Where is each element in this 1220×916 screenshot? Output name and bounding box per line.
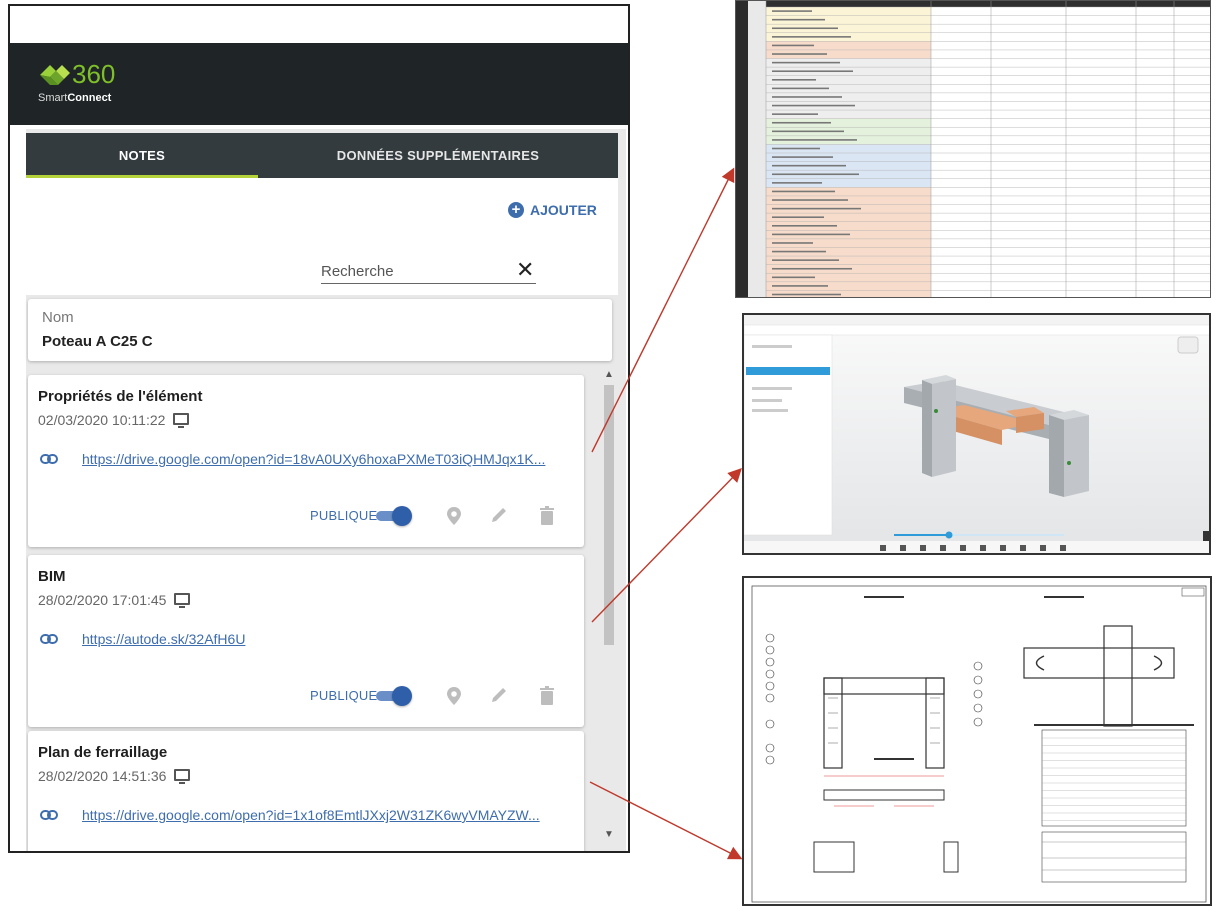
note-title: Plan de ferraillage: [38, 744, 168, 761]
table-cell-text: [772, 96, 842, 98]
plus-circle-icon: +: [508, 202, 524, 218]
reinforcement-drawing-image: [744, 578, 1210, 904]
element-name-value: Poteau A C25 C: [42, 333, 153, 350]
table-cell-text: [772, 87, 829, 90]
public-label: PUBLIQUE: [310, 508, 378, 523]
note-card: BIM 28/02/2020 17:01:45 https://autode.s…: [28, 555, 584, 727]
tab-additional-data-label: DONNÉES SUPPLÉMENTAIRES: [336, 148, 540, 163]
table-cell-text: [772, 156, 833, 158]
table-cell-text: [772, 61, 840, 64]
table-cell-text: [772, 27, 838, 30]
logo-diamond-icon: [40, 65, 70, 85]
parameters-table-image: [736, 1, 1210, 297]
notes-toolbar: + AJOUTER ✕: [26, 178, 618, 295]
tab-notes[interactable]: NOTES: [26, 133, 258, 178]
bim-viewer-thumbnail: [742, 313, 1211, 555]
toggle-knob: [392, 686, 412, 706]
table-cell-text: [772, 190, 835, 193]
table-cell-text: [772, 182, 822, 184]
table-cell-text: [772, 147, 820, 150]
logo-wordmark: SmartConnect: [38, 92, 111, 104]
note-date: 28/02/2020 17:01:45: [38, 592, 167, 608]
table-cell-text: [772, 79, 816, 81]
table-cell-text: [772, 199, 848, 201]
smartconnect-app-screen: 360 SmartConnect NOTES DONNÉES SUPPLÉMEN…: [8, 4, 630, 853]
monitor-icon: [174, 769, 190, 784]
table-cell-text: [772, 216, 824, 219]
public-toggle[interactable]: [376, 506, 412, 526]
note-card: Plan de ferraillage 28/02/2020 14:51:36 …: [28, 731, 584, 851]
monitor-icon: [173, 413, 189, 428]
scrollbar-thumb[interactable]: [604, 385, 614, 645]
table-cell-text: [772, 267, 852, 270]
chevron-up-icon[interactable]: ▲: [604, 369, 614, 380]
note-title: BIM: [38, 568, 66, 585]
tab-bar: NOTES DONNÉES SUPPLÉMENTAIRES: [26, 133, 618, 178]
public-toggle[interactable]: [376, 686, 412, 706]
notes-list[interactable]: Propriétés de l'élément 02/03/2020 10:11…: [26, 367, 600, 851]
note-link[interactable]: https://drive.google.com/open?id=18vA0UX…: [82, 451, 582, 467]
table-cell-text: [772, 130, 844, 133]
table-cell-text: [772, 53, 827, 55]
monitor-icon: [174, 593, 190, 608]
element-name-card: Nom Poteau A C25 C: [28, 299, 612, 361]
location-pin-icon[interactable]: [445, 506, 463, 526]
table-cell-text: [772, 36, 851, 38]
link-icon: [40, 634, 58, 644]
table-cell-text: [772, 104, 855, 107]
reinforcement-drawing-thumbnail: [742, 576, 1212, 906]
logo-connect-text: Connect: [67, 92, 112, 104]
table-cell-text: [772, 113, 818, 115]
delete-trash-icon[interactable]: [538, 686, 556, 706]
table-cell-text: [772, 242, 813, 244]
table-cell-text: [772, 285, 828, 287]
edit-pencil-icon[interactable]: [490, 686, 508, 706]
table-cell-text: [772, 139, 857, 141]
table-cell-text: [772, 233, 850, 236]
table-cell-text: [772, 44, 814, 47]
notes-scrollbar[interactable]: ▲ ▼: [602, 367, 616, 851]
delete-trash-icon[interactable]: [538, 506, 556, 526]
tab-additional-data[interactable]: DONNÉES SUPPLÉMENTAIRES: [258, 133, 618, 178]
link-icon: [40, 454, 58, 464]
toggle-knob: [392, 506, 412, 526]
table-cell-text: [772, 259, 839, 261]
element-name-label: Nom: [42, 309, 74, 326]
bim-viewer-image: [744, 315, 1209, 553]
close-icon[interactable]: ✕: [516, 257, 534, 283]
logo-number: 360: [72, 59, 116, 89]
table-cell-text: [772, 70, 853, 73]
logo-smart-text: Smart: [38, 92, 68, 104]
public-label: PUBLIQUE: [310, 688, 378, 703]
table-cell-text: [772, 18, 825, 21]
table-cell-text: [772, 276, 815, 279]
table-cell-text: [772, 250, 826, 253]
table-cell-text: [772, 225, 837, 227]
table-cell-text: [772, 173, 859, 176]
search-input[interactable]: [321, 260, 536, 284]
table-cell-text: [772, 293, 841, 296]
note-link[interactable]: https://autode.sk/32AfH6U: [82, 631, 582, 647]
table-cell-text: [772, 10, 812, 12]
parameters-table-thumbnail: [735, 0, 1211, 298]
link-icon: [40, 810, 58, 820]
note-date: 28/02/2020 14:51:36: [38, 768, 167, 784]
location-pin-icon[interactable]: [445, 686, 463, 706]
note-date: 02/03/2020 10:11:22: [38, 412, 166, 428]
note-link[interactable]: https://drive.google.com/open?id=1x1of8E…: [82, 807, 582, 823]
add-note-label: AJOUTER: [530, 202, 597, 218]
edit-pencil-icon[interactable]: [490, 506, 508, 526]
table-cell-text: [772, 121, 831, 124]
chevron-down-icon[interactable]: ▼: [604, 829, 614, 840]
app-header: 360 SmartConnect: [10, 43, 628, 125]
note-card: Propriétés de l'élément 02/03/2020 10:11…: [28, 375, 584, 547]
note-title: Propriétés de l'élément: [38, 388, 203, 405]
tab-notes-label: NOTES: [118, 148, 166, 163]
table-cell-text: [772, 164, 846, 167]
table-cell-text: [772, 207, 861, 210]
